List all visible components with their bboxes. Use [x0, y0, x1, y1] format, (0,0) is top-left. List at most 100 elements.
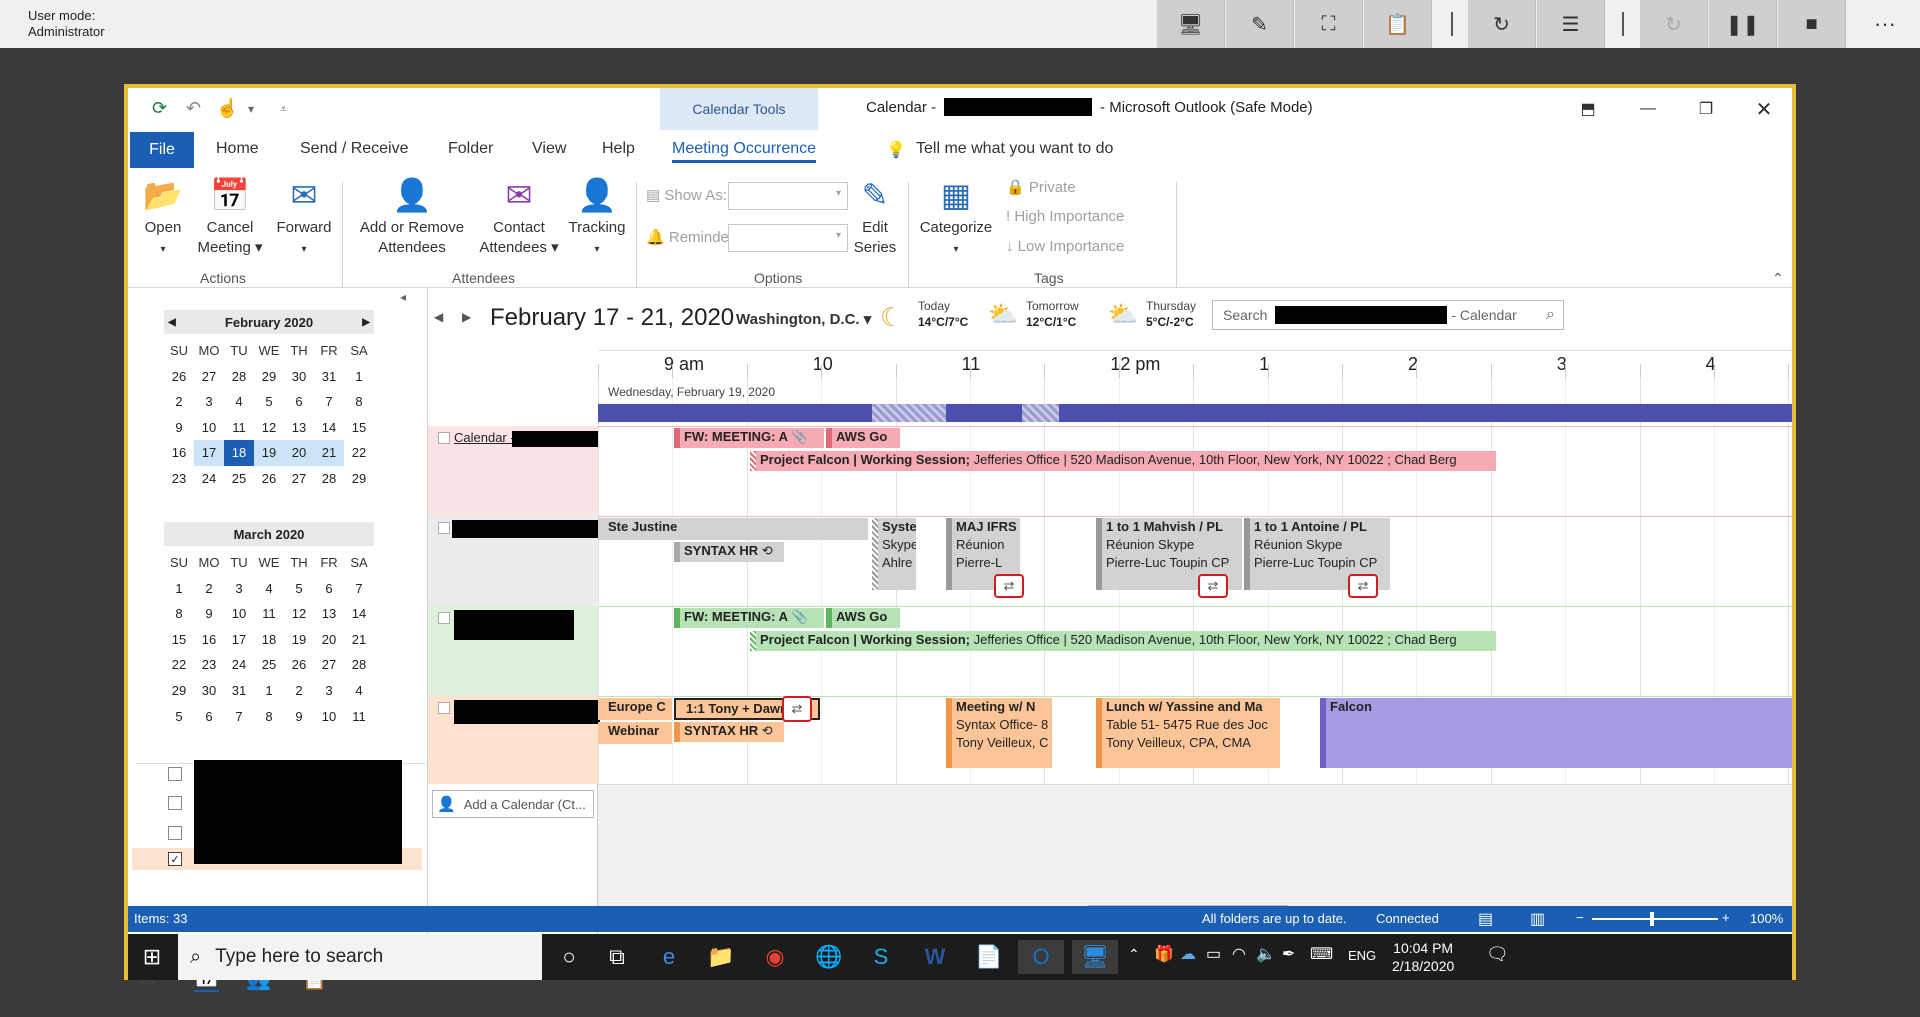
contact-attendees-button[interactable]: ✉ Contact Attendees ▾	[476, 176, 562, 258]
calendar-day[interactable]: 12	[254, 415, 284, 441]
calendar-name-1[interactable]: Calendar -	[454, 430, 515, 445]
calendar-checkbox[interactable]	[438, 612, 450, 624]
calendar-day[interactable]: 20	[314, 627, 344, 653]
high-importance-button[interactable]: ! High Importance	[1006, 208, 1124, 225]
fit-screen-icon[interactable]: ⛶	[1295, 0, 1363, 48]
pen-icon[interactable]: ✒	[1282, 944, 1295, 964]
event-syntax-hr[interactable]: SYNTAX HR ⟲	[674, 542, 784, 562]
close-icon[interactable]: ✕	[1744, 96, 1784, 122]
exception-icon[interactable]: ⇄	[1348, 574, 1378, 598]
event-project-falcon[interactable]: Project Falcon | Working Session; Jeffer…	[750, 631, 1496, 651]
restore-icon[interactable]: ❐	[1686, 96, 1726, 122]
calendar-checkbox[interactable]	[438, 522, 450, 534]
calendar-day[interactable]: 22	[344, 440, 374, 466]
calendar-day[interactable]: 1	[254, 678, 284, 704]
calendar-day[interactable]: 18	[224, 440, 254, 466]
calendar-day[interactable]: 2	[164, 389, 194, 415]
windows-start-icon[interactable]: ⊞	[128, 934, 176, 980]
calendar-day[interactable]: 26	[254, 466, 284, 492]
event-aws[interactable]: AWS Go	[826, 608, 900, 628]
next-month-icon[interactable]: ▶	[362, 317, 370, 328]
search-calendar-input[interactable]: Search - Calendar ⌕	[1212, 300, 1564, 330]
calendar-day[interactable]: 11	[254, 601, 284, 627]
calendar-day[interactable]: 19	[254, 440, 284, 466]
calendar-day[interactable]: 17	[194, 440, 224, 466]
event-lunch[interactable]: Lunch w/ Yassine and Ma Table 51- 5475 Ru…	[1096, 698, 1280, 768]
calendar-day[interactable]: 23	[194, 652, 224, 678]
forward-button[interactable]: ✉ Forward ▾	[272, 176, 336, 260]
calendar-day[interactable]: 2	[284, 678, 314, 704]
calendar-checkbox[interactable]	[168, 767, 182, 781]
calendar-day[interactable]: 6	[284, 389, 314, 415]
calendar-day[interactable]: 5	[254, 389, 284, 415]
chrome-icon[interactable]: ◉	[752, 940, 798, 974]
search-icon[interactable]: ⌕	[1546, 306, 1555, 324]
calendar-day[interactable]: 7	[344, 576, 374, 602]
calendar-day[interactable]: 3	[314, 678, 344, 704]
calendar-day[interactable]: 29	[164, 678, 194, 704]
event-system[interactable]: Syste Skype Ahlre	[872, 518, 916, 590]
calendar-day[interactable]: 9	[164, 415, 194, 441]
keyboard-icon[interactable]: ⌨	[1310, 944, 1333, 964]
show-as-select[interactable]: ▾	[728, 182, 848, 210]
taskbar-search-input[interactable]: ⌕ Type here to search	[178, 934, 542, 980]
calendar-day[interactable]: 22	[164, 652, 194, 678]
refresh-icon[interactable]: ↻	[1468, 0, 1536, 48]
calendar-day[interactable]: 9	[194, 601, 224, 627]
calendar-day[interactable]: 27	[284, 466, 314, 492]
calendar-day[interactable]: 18	[254, 627, 284, 653]
calendar-day[interactable]: 20	[284, 440, 314, 466]
calendar-day[interactable]: 30	[284, 364, 314, 390]
event-project-falcon[interactable]: Project Falcon | Working Session; Jeffer…	[750, 451, 1496, 471]
tell-me-input[interactable]: Tell me what you want to do	[916, 140, 1113, 158]
minimize-icon[interactable]: —	[1628, 96, 1668, 122]
calendar-day[interactable]: 3	[194, 389, 224, 415]
calendar-day[interactable]: 26	[164, 364, 194, 390]
volume-icon[interactable]: 🔈	[1256, 944, 1276, 964]
exception-icon[interactable]: ⇄	[1198, 574, 1228, 598]
clipboard-icon[interactable]: 📋	[1364, 0, 1432, 48]
tab-send-receive[interactable]: Send / Receive	[300, 140, 409, 158]
calendar-day[interactable]: 21	[344, 627, 374, 653]
calendar-checkbox-checked[interactable]: ✓	[168, 852, 182, 866]
show-hidden-icons[interactable]: ⌃	[1128, 946, 1140, 963]
calendar-day[interactable]: 10	[314, 704, 344, 730]
exception-icon[interactable]: ⇄	[994, 574, 1024, 598]
normal-view-icon[interactable]: ▤	[1478, 909, 1493, 929]
battery-icon[interactable]: ▭	[1206, 944, 1221, 964]
calendar-day[interactable]: 16	[164, 440, 194, 466]
tab-view[interactable]: View	[532, 140, 566, 158]
event-falcon[interactable]: Falcon	[1320, 698, 1792, 768]
calendar-day[interactable]: 30	[194, 678, 224, 704]
cortana-icon[interactable]: ○	[546, 940, 592, 974]
open-button[interactable]: 📂 Open ▾	[138, 176, 188, 260]
calendar-day[interactable]: 15	[164, 627, 194, 653]
calendar-day[interactable]: 14	[314, 415, 344, 441]
notifications-icon[interactable]: 🗨	[1486, 944, 1509, 965]
calendar-day[interactable]: 4	[344, 678, 374, 704]
event-ste-justine[interactable]: Ste Justine	[598, 518, 868, 540]
remote-desktop-icon[interactable]: 🖥	[1072, 940, 1118, 974]
zoom-in-icon[interactable]: +	[1722, 910, 1730, 925]
add-remove-attendees-button[interactable]: 👤 Add or Remove Attendees	[350, 176, 474, 258]
calendar-day[interactable]: 13	[284, 415, 314, 441]
reading-view-icon[interactable]: ▥	[1530, 909, 1545, 929]
customize-qat-icon[interactable]: ⩡	[280, 102, 287, 117]
next-week-icon[interactable]: ▶	[462, 310, 471, 324]
undo-icon[interactable]: ↶	[186, 98, 201, 119]
calendar-day[interactable]: 8	[254, 704, 284, 730]
calendar-day[interactable]: 8	[344, 389, 374, 415]
prev-week-icon[interactable]: ◀	[434, 310, 443, 324]
tab-home[interactable]: Home	[216, 140, 259, 158]
calendar-day[interactable]: 27	[314, 652, 344, 678]
tracking-button[interactable]: 👤 Tracking ▾	[564, 176, 630, 260]
onedrive-icon[interactable]: ☁	[1180, 944, 1196, 964]
calendar-day[interactable]: 2	[194, 576, 224, 602]
tab-folder[interactable]: Folder	[448, 140, 493, 158]
zoom-slider-thumb[interactable]	[1650, 912, 1654, 926]
collapse-pane-icon[interactable]: ◂	[400, 290, 406, 304]
cancel-meeting-button[interactable]: 📅 Cancel Meeting ▾	[192, 176, 268, 258]
calendar-checkbox[interactable]	[438, 702, 450, 714]
categorize-button[interactable]: ▦ Categorize ▾	[916, 176, 996, 260]
calendar-day[interactable]: 10	[194, 415, 224, 441]
